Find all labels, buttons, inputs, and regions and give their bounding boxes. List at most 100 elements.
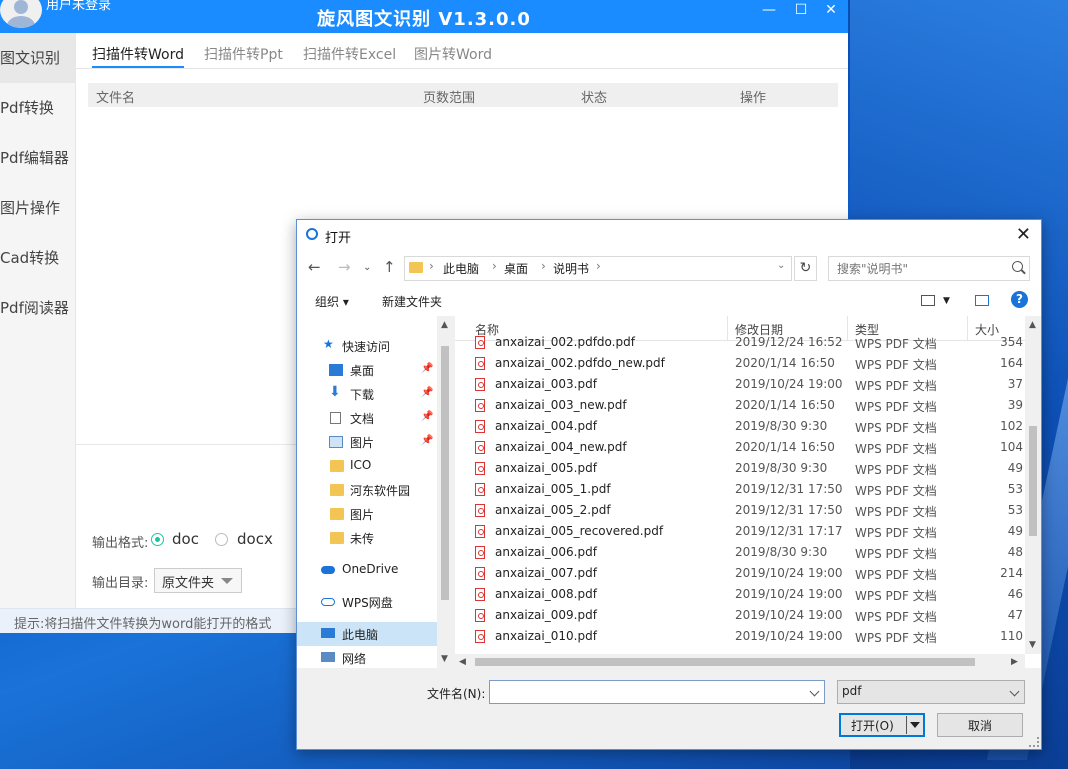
sidebar-item-pdf-reader[interactable]: Pdf阅读器 — [0, 283, 75, 333]
folder-icon — [330, 484, 344, 496]
scroll-up-icon[interactable]: ▲ — [1029, 320, 1036, 330]
file-type: WPS PDF 文档 — [855, 484, 937, 498]
file-size: 49 — [1007, 461, 1023, 475]
file-name: anxaizai_005_2.pdf — [495, 503, 611, 517]
dialog-close-icon[interactable]: ✕ — [1016, 224, 1031, 245]
table-row[interactable]: anxaizai_002.pdfdo_new.pdf 2020/1/14 16:5… — [455, 353, 1025, 374]
preview-pane-icon[interactable] — [975, 295, 989, 306]
table-row[interactable]: anxaizai_002.pdfdo.pdf 2019/12/24 16:52 WP… — [455, 332, 1025, 353]
format-doc-label[interactable]: doc — [172, 530, 199, 548]
file-size: 53 — [1007, 503, 1023, 517]
dropdown-arrow-icon[interactable] — [910, 722, 920, 728]
recent-locations-icon[interactable]: ⌄ — [363, 262, 371, 273]
tab-scan-to-ppt[interactable]: 扫描件转Ppt — [204, 44, 283, 64]
sidebar-item-cad-convert[interactable]: Cad转换 — [0, 233, 75, 283]
filename-input[interactable] — [494, 683, 798, 701]
table-row[interactable]: anxaizai_008.pdf 2019/10/24 19:00 WPS PDF … — [455, 584, 1025, 605]
nav-item-pictures[interactable]: 图片 📌 — [297, 430, 437, 454]
open-button[interactable]: 打开(O) — [839, 713, 925, 737]
table-row[interactable]: anxaizai_009.pdf 2019/10/24 19:00 WPS PDF … — [455, 605, 1025, 626]
minimize-button[interactable]: — — [757, 2, 781, 18]
scroll-left-icon[interactable]: ◀ — [459, 657, 466, 667]
nav-item-ico[interactable]: ICO — [297, 454, 437, 478]
search-input[interactable] — [835, 259, 1009, 278]
nav-item-wps-cloud[interactable]: WPS网盘 — [297, 590, 437, 614]
close-button[interactable]: ✕ — [819, 2, 843, 18]
nav-item-onedrive[interactable]: OneDrive — [297, 558, 437, 582]
format-docx-radio[interactable] — [215, 533, 228, 546]
nav-label: 下载 — [350, 388, 375, 402]
table-row[interactable]: anxaizai_003.pdf 2019/10/24 19:00 WPS PDF … — [455, 374, 1025, 395]
horizontal-scroll-thumb[interactable] — [475, 658, 975, 666]
table-row[interactable]: anxaizai_004.pdf 2019/8/30 9:30 WPS PDF 文档… — [455, 416, 1025, 437]
table-row[interactable]: anxaizai_005_2.pdf 2019/12/31 17:50 WPS PD… — [455, 500, 1025, 521]
table-row[interactable]: anxaizai_006.pdf 2019/8/30 9:30 WPS PDF 文档… — [455, 542, 1025, 563]
file-type: WPS PDF 文档 — [855, 505, 937, 519]
table-row[interactable]: anxaizai_003_new.pdf 2020/1/14 16:50 WPS P… — [455, 395, 1025, 416]
column-status: 状态 — [581, 91, 608, 106]
sidebar-item-pdf-convert[interactable]: Pdf转换 — [0, 83, 75, 133]
tab-image-to-word[interactable]: 图片转Word — [414, 44, 492, 64]
help-icon[interactable]: ? — [1011, 291, 1028, 308]
table-row[interactable]: anxaizai_010.pdf 2019/10/24 19:00 WPS PDF … — [455, 626, 1025, 647]
file-size: 46 — [1007, 587, 1023, 601]
breadcrumb-this-pc[interactable]: 此电脑 — [443, 260, 479, 277]
up-arrow-icon[interactable]: ↑ — [383, 258, 396, 276]
nav-item-downloads[interactable]: ⬇ 下载 📌 — [297, 382, 437, 406]
sidebar-item-ocr[interactable]: 图文识别 — [0, 33, 75, 83]
tab-scan-to-excel[interactable]: 扫描件转Excel — [303, 44, 396, 64]
table-row[interactable]: anxaizai_004_new.pdf 2020/1/14 16:50 WPS P… — [455, 437, 1025, 458]
breadcrumb-desktop[interactable]: 桌面 — [504, 260, 528, 277]
document-icon — [330, 412, 341, 424]
file-date: 2019/8/30 9:30 — [735, 545, 828, 559]
file-list: 名称 ⌃ 修改日期 类型 大小 anxaizai_002.pdfdo.pdf 20… — [455, 316, 1041, 668]
view-dropdown-icon[interactable]: ▼ — [943, 296, 950, 306]
scroll-down-icon[interactable]: ▼ — [441, 654, 448, 664]
nav-item-quick-access[interactable]: ★ 快速访问 — [297, 334, 437, 358]
nav-item-hedong[interactable]: 河东软件园 — [297, 478, 437, 502]
file-type: WPS PDF 文档 — [855, 526, 937, 540]
table-row[interactable]: anxaizai_005_recovered.pdf 2019/12/31 17:… — [455, 521, 1025, 542]
maximize-button[interactable]: ☐ — [789, 2, 813, 18]
table-row[interactable]: anxaizai_005.pdf 2019/8/30 9:30 WPS PDF 文档… — [455, 458, 1025, 479]
view-options-icon[interactable] — [921, 295, 935, 306]
format-docx-label[interactable]: docx — [237, 530, 273, 548]
star-icon: ★ — [323, 337, 334, 351]
file-size: 354 — [1000, 335, 1023, 349]
tab-scan-to-word[interactable]: 扫描件转Word — [92, 44, 184, 64]
nav-item-not-uploaded[interactable]: 未传 — [297, 526, 437, 550]
new-folder-button[interactable]: 新建文件夹 — [382, 293, 442, 310]
sidebar-item-image-ops[interactable]: 图片操作 — [0, 183, 75, 233]
chevron-down-icon[interactable] — [809, 686, 820, 697]
folder-icon — [330, 532, 344, 544]
address-bar[interactable]: › 此电脑 › 桌面 › 说明书 › ⌄ — [404, 256, 792, 281]
nav-item-this-pc[interactable]: 此电脑 — [297, 622, 437, 646]
nav-item-network[interactable]: 网络 — [297, 646, 437, 668]
nav-item-desktop[interactable]: 桌面 📌 — [297, 358, 437, 382]
forward-arrow-icon[interactable]: → — [338, 258, 351, 276]
nav-item-pictures-folder[interactable]: 图片 — [297, 502, 437, 526]
breadcrumb-manual[interactable]: 说明书 — [553, 260, 589, 277]
nav-item-documents[interactable]: 文档 📌 — [297, 406, 437, 430]
nav-scroll-thumb[interactable] — [441, 346, 449, 600]
file-date: 2019/12/31 17:17 — [735, 524, 843, 538]
organize-button[interactable]: 组织 ▾ — [315, 293, 349, 310]
output-dir-select[interactable]: 原文件夹 — [154, 568, 242, 593]
file-list-scroll-thumb[interactable] — [1029, 426, 1037, 536]
table-row[interactable]: anxaizai_007.pdf 2019/10/24 19:00 WPS PDF … — [455, 563, 1025, 584]
scroll-down-icon[interactable]: ▼ — [1029, 640, 1036, 650]
resize-grip-icon[interactable] — [1029, 737, 1039, 747]
filetype-select[interactable]: pdf — [837, 680, 1025, 704]
sidebar-item-pdf-editor[interactable]: Pdf编辑器 — [0, 133, 75, 183]
scroll-up-icon[interactable]: ▲ — [441, 320, 448, 330]
format-doc-radio[interactable] — [151, 533, 164, 546]
file-name: anxaizai_009.pdf — [495, 608, 597, 622]
back-arrow-icon[interactable]: ← — [308, 258, 321, 276]
cancel-button[interactable]: 取消 — [937, 713, 1023, 737]
filename-field[interactable] — [489, 680, 825, 704]
chevron-down-icon[interactable]: ⌄ — [777, 260, 785, 271]
search-box[interactable] — [828, 256, 1030, 281]
refresh-button[interactable]: ↻ — [794, 256, 817, 281]
scroll-right-icon[interactable]: ▶ — [1011, 657, 1018, 667]
table-row[interactable]: anxaizai_005_1.pdf 2019/12/31 17:50 WPS PD… — [455, 479, 1025, 500]
